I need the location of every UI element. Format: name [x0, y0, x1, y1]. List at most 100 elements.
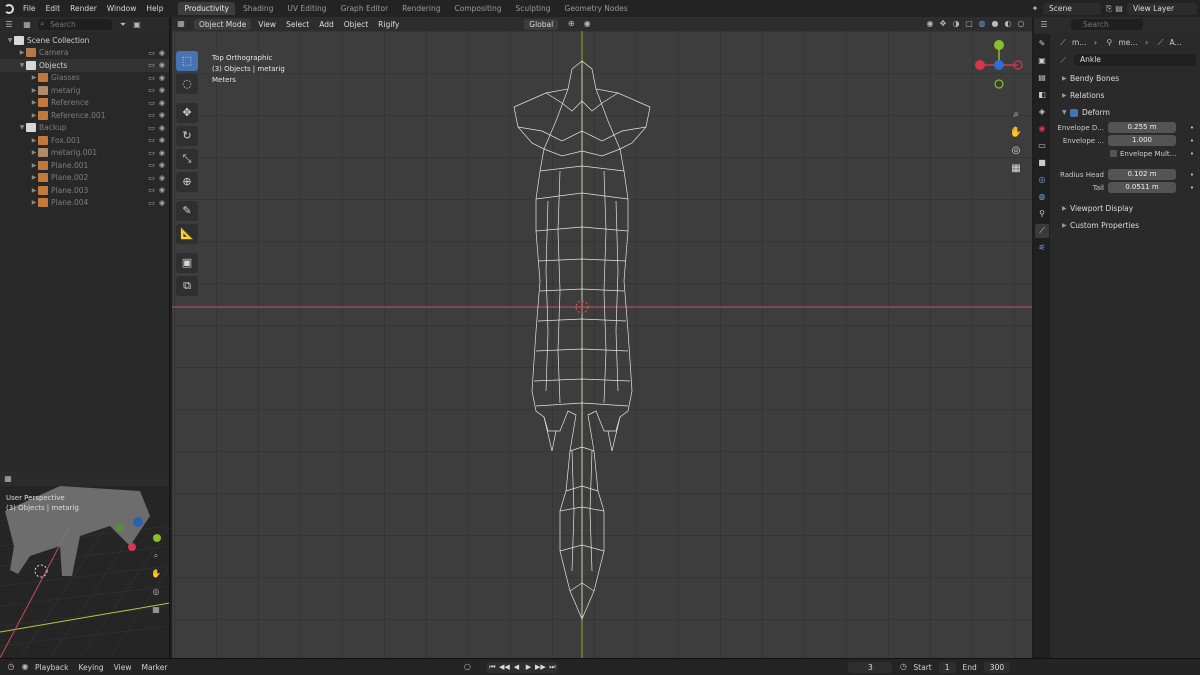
render-toggle-icon[interactable]: ◉ — [159, 99, 165, 107]
move-tool-icon[interactable]: ✥ — [176, 103, 198, 123]
play-icon[interactable]: ▶ — [522, 663, 534, 671]
cursor-tool-icon[interactable]: ◌ — [176, 74, 198, 94]
navigation-gizmo[interactable] — [975, 40, 1023, 89]
panel-bendy-bones[interactable]: ▶ Bendy Bones — [1052, 70, 1200, 87]
render-toggle-icon[interactable]: ◉ — [159, 149, 165, 157]
bone-constraint-tab-icon[interactable]: ⚟ — [1035, 241, 1049, 255]
render-toggle-icon[interactable]: ◉ — [159, 49, 165, 57]
new-collection-icon[interactable]: ▣ — [132, 20, 142, 30]
viewport-toggle-icon[interactable]: ▭ — [148, 61, 155, 69]
filter-icon[interactable]: ⏷ — [118, 20, 128, 30]
bone-name-field[interactable]: Ankle — [1074, 54, 1196, 66]
editor-type-icon[interactable]: ☰ — [1039, 20, 1049, 30]
render-toggle-icon[interactable]: ◉ — [159, 199, 165, 207]
view-layer-field[interactable]: View Layer — [1127, 2, 1197, 15]
render-toggle-icon[interactable]: ◉ — [159, 61, 165, 69]
render-toggle-icon[interactable]: ◉ — [159, 174, 165, 182]
tab-rendering[interactable]: Rendering — [396, 2, 446, 15]
menu-window[interactable]: Window — [102, 0, 142, 17]
viewport-toggle-icon[interactable]: ▭ — [148, 161, 155, 169]
viewport-toggle-icon[interactable]: ▭ — [148, 86, 155, 94]
menu-object[interactable]: Object — [339, 19, 373, 30]
bone-tab-icon[interactable]: ⟋ — [1035, 224, 1049, 238]
chevron-icon[interactable]: ▼ — [18, 62, 26, 69]
outliner-row[interactable]: ▶ Plane.002 ▭ ◉ — [0, 172, 169, 185]
viewport-toggle-icon[interactable]: ▭ — [148, 174, 155, 182]
transform-orientation-dropdown[interactable]: Global — [524, 18, 559, 30]
menu-marker[interactable]: Marker — [136, 663, 172, 672]
viewport-canvas[interactable]: Top Orthographic (3) Objects | metarig M… — [172, 31, 1032, 658]
menu-playback[interactable]: Playback — [30, 663, 73, 672]
start-frame-field[interactable]: 1 — [938, 661, 956, 673]
panel-deform[interactable]: ▼ Deform — [1052, 104, 1200, 121]
envelope-distance-field[interactable]: 0.255 m — [1108, 122, 1176, 133]
xray-icon[interactable]: ▢ — [964, 19, 974, 29]
outliner-row[interactable]: ▶ Reference.001 ▭ ◉ — [0, 109, 169, 122]
chevron-icon[interactable]: ▶ — [30, 187, 38, 194]
menu-add[interactable]: Add — [314, 19, 339, 30]
end-frame-field[interactable]: 300 — [983, 661, 1011, 673]
render-tab-icon[interactable]: ▣ — [1035, 54, 1049, 68]
editor-type-icon[interactable]: ▦ — [176, 19, 186, 29]
modifier-tab-icon[interactable]: ◎ — [1035, 173, 1049, 187]
snap-icon[interactable]: ⊕ — [566, 19, 576, 29]
main-viewport[interactable]: ▦ Object Mode View Select Add Object Rig… — [172, 17, 1032, 658]
envelope-multiply-checkbox[interactable] — [1110, 150, 1117, 157]
render-toggle-icon[interactable]: ◉ — [159, 111, 165, 119]
clock-icon[interactable]: ◷ — [898, 662, 908, 672]
auto-key-icon[interactable]: ◉ — [20, 662, 30, 672]
menu-rigify[interactable]: Rigify — [373, 19, 404, 30]
render-toggle-icon[interactable]: ◉ — [159, 161, 165, 169]
scale-tool-icon[interactable]: ⤡ — [176, 149, 198, 169]
overlay-icon[interactable]: ◑ — [951, 19, 961, 29]
editor-type-icon[interactable]: ◷ — [6, 662, 16, 672]
transform-tool-icon[interactable]: ⊕ — [176, 172, 198, 192]
viewport-toggle-icon[interactable]: ▭ — [148, 111, 155, 119]
chevron-icon[interactable]: ▶ — [30, 137, 38, 144]
select-box-tool-icon[interactable]: ⬚ — [176, 51, 198, 71]
play-reverse-icon[interactable]: ◀ — [510, 663, 522, 671]
zoom-icon[interactable]: ⌕ — [1008, 109, 1024, 127]
keyframe-dot-icon[interactable]: • — [1190, 184, 1194, 192]
chevron-icon[interactable]: ▶ — [30, 174, 38, 181]
chevron-icon[interactable]: ▶ — [30, 199, 38, 206]
pan-hand-icon[interactable]: ✋ — [1008, 127, 1024, 145]
collection-tab-icon[interactable]: ▭ — [1035, 139, 1049, 153]
next-keyframe-icon[interactable]: ▶▶ — [534, 663, 546, 671]
render-toggle-icon[interactable]: ◉ — [159, 136, 165, 144]
viewport-toggle-icon[interactable]: ▭ — [148, 199, 155, 207]
scene-icon[interactable]: ✦ — [1030, 4, 1040, 14]
outliner-row[interactable]: ▶ Plane.001 ▭ ◉ — [0, 159, 169, 172]
tab-sculpting[interactable]: Sculpting — [509, 2, 556, 15]
viewport-toggle-icon[interactable]: ▭ — [148, 49, 155, 57]
blender-logo-icon[interactable] — [0, 0, 18, 17]
keyframe-dot-icon[interactable]: • — [1190, 171, 1194, 179]
chevron-icon[interactable]: ▼ — [6, 37, 14, 44]
gizmo-icon[interactable]: ✥ — [938, 19, 948, 29]
zoom-icon[interactable]: ⌕ — [151, 551, 161, 569]
data-tab-icon[interactable]: ⚲ — [1035, 207, 1049, 221]
menu-view[interactable]: View — [109, 663, 137, 672]
proportional-edit-icon[interactable]: ◉ — [582, 19, 592, 29]
chevron-icon[interactable]: ▶ — [30, 87, 38, 94]
fox-wireframe-mesh[interactable] — [172, 31, 1032, 658]
measure-tool-icon[interactable]: 📐 — [176, 224, 198, 244]
viewport-toggle-icon[interactable]: ▭ — [148, 136, 155, 144]
menu-file[interactable]: File — [18, 0, 41, 17]
constraint-tab-icon[interactable]: ◍ — [1035, 190, 1049, 204]
deform-checkbox[interactable] — [1070, 108, 1078, 117]
outliner-row[interactable]: ▶ Reference ▭ ◉ — [0, 97, 169, 110]
outliner-row[interactable]: ▶ Camera ▭ ◉ — [0, 47, 169, 60]
outliner-search-input[interactable]: Search — [38, 18, 112, 30]
camera-view-icon[interactable]: ◎ — [1008, 145, 1024, 163]
display-mode-icon[interactable]: ▦ — [22, 20, 32, 30]
grid-toggle-icon[interactable]: ▦ — [151, 605, 161, 623]
render-toggle-icon[interactable]: ◉ — [159, 186, 165, 194]
outliner-row[interactable]: ▶ Fox.001 ▭ ◉ — [0, 134, 169, 147]
outliner-row[interactable]: ▼ Backup ▭ ◉ — [0, 122, 169, 135]
pan-hand-icon[interactable]: ✋ — [151, 569, 161, 587]
outliner-row[interactable]: ▶ metarig.001 ▭ ◉ — [0, 147, 169, 160]
editor-type-icon[interactable]: ☰ — [4, 20, 14, 30]
tab-productivity[interactable]: Productivity — [178, 2, 235, 15]
view-layer-tab-icon[interactable]: ◧ — [1035, 88, 1049, 102]
